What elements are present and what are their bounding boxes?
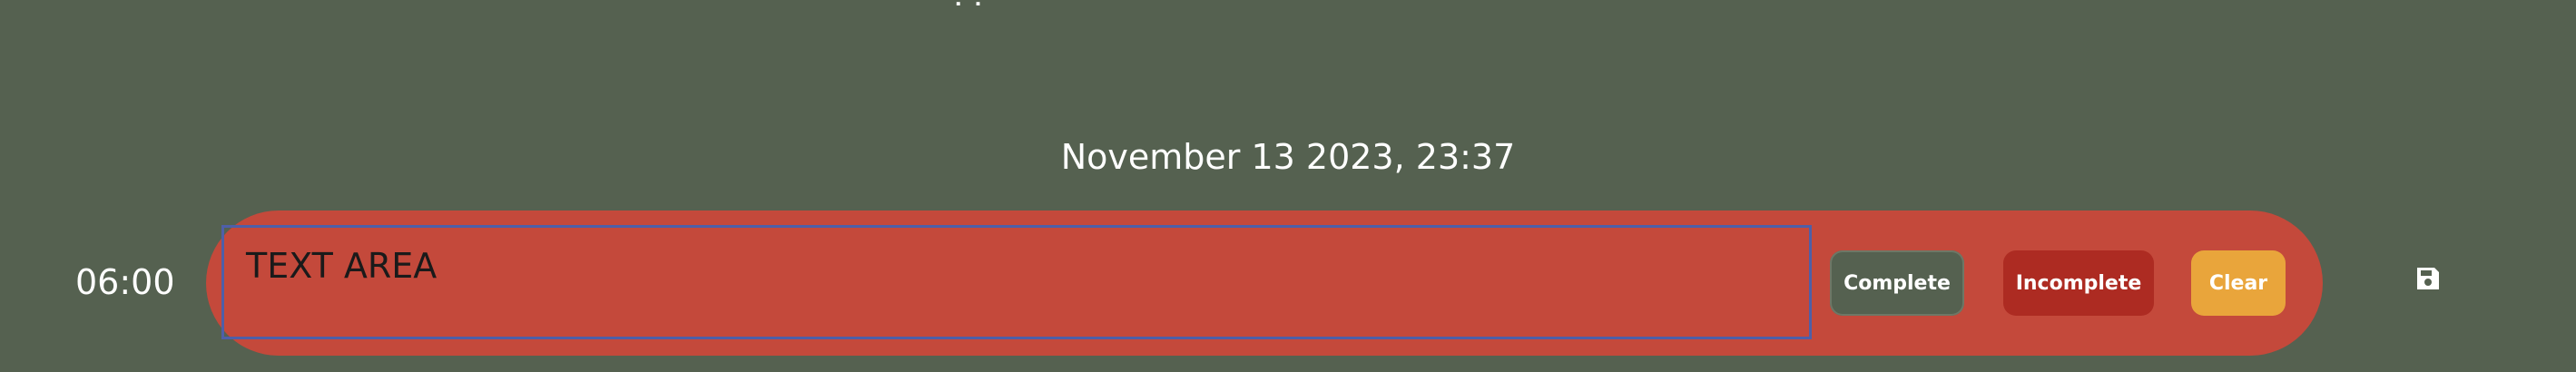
incomplete-button[interactable]: Incomplete: [2003, 250, 2154, 316]
time-slot-label: 06:00: [75, 262, 175, 302]
complete-button[interactable]: Complete: [1830, 250, 1964, 316]
clipped-top-text: ⌒ ᐧ ᐧ ⌒ ⌒ ⌒: [908, 0, 1118, 24]
clear-button[interactable]: Clear: [2191, 250, 2286, 316]
current-date: November 13 2023, 23:37: [1060, 137, 1516, 177]
save-icon[interactable]: [2414, 265, 2442, 292]
task-text-area[interactable]: [221, 225, 1812, 339]
